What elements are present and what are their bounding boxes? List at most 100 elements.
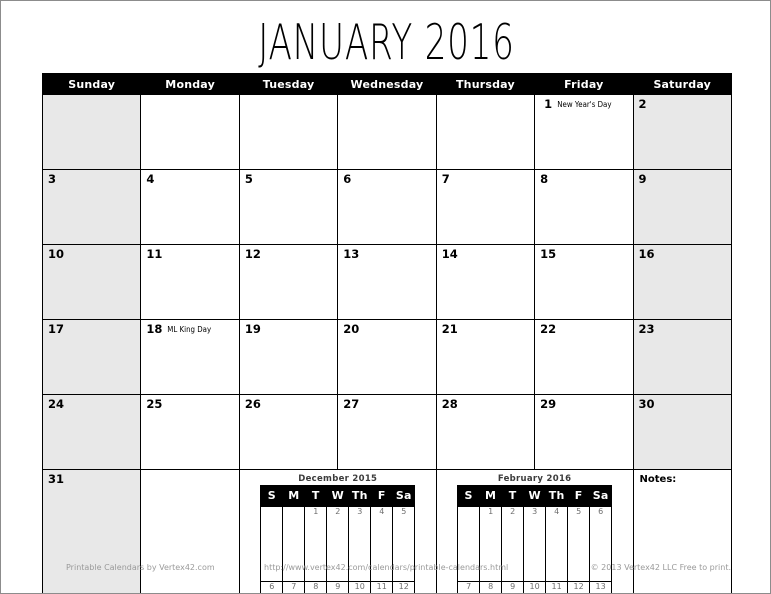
day-number: 7 (441, 172, 450, 186)
mini-day-cell: 11 (545, 581, 569, 593)
day-number: 1 (544, 97, 553, 111)
day-number: 12 (244, 247, 261, 261)
day-cell[interactable] (140, 469, 240, 593)
weekday-header-row: Sunday Monday Tuesday Wednesday Thursday… (41, 73, 732, 95)
day-number: 17 (48, 322, 65, 336)
mini-calendar-previous-month: December 2015SMTWThFSa123456789101112131… (238, 469, 437, 593)
mini-day-cell: 10 (348, 581, 372, 593)
day-number: 22 (540, 322, 557, 336)
day-cell[interactable]: 8 (534, 169, 634, 245)
day-cell[interactable]: 5 (238, 169, 339, 245)
mini-calendar-next-month: February 2016SMTWThFSa123456789101112131… (435, 469, 634, 593)
mini-week-row: 7 8 9 10 11 12 13 (457, 581, 613, 593)
day-cell[interactable]: 16 (632, 244, 732, 320)
day-cell[interactable]: 22 (534, 319, 634, 395)
week-row: 3 4 5 6 7 8 9 (41, 169, 732, 245)
day-cell[interactable] (238, 94, 339, 170)
day-cell[interactable]: 17 (41, 319, 142, 395)
day-number: 16 (638, 247, 655, 261)
mini-day-cell: 13 (589, 581, 613, 593)
mini-day-cell: 9 (326, 581, 350, 593)
day-cell[interactable] (435, 94, 536, 170)
day-cell[interactable]: 19 (238, 319, 339, 395)
weekday-header-monday: Monday (140, 73, 240, 95)
mini-calendar-table: February 2016SMTWThFSa123456789101112131… (457, 474, 613, 593)
day-number: 30 (638, 397, 655, 411)
day-number: 28 (441, 397, 458, 411)
mini-weekday-header: Sa (589, 485, 613, 507)
day-cell[interactable]: 27 (337, 394, 437, 470)
footer-copyright: © 2013 Vertex42 LLC Free to print. (590, 563, 731, 572)
day-cell[interactable]: 15 (534, 244, 634, 320)
mini-weekday-header: Th (348, 485, 372, 507)
day-number: 31 (48, 472, 65, 486)
day-cell[interactable]: 11 (140, 244, 240, 320)
mini-weekday-header-row: S M T W Th F Sa (457, 485, 613, 507)
weekday-header-thursday: Thursday (435, 73, 536, 95)
week-row: 17 18 ML King Day 19 20 21 22 23 (41, 319, 732, 395)
mini-calendar-wrap: February 2016SMTWThFSa123456789101112131… (437, 470, 633, 593)
day-number: 15 (540, 247, 557, 261)
day-cell[interactable]: 1 New Year's Day (534, 94, 634, 170)
day-cell[interactable]: 26 (238, 394, 339, 470)
day-number: 23 (638, 322, 655, 336)
mini-weekday-header: S (457, 485, 481, 507)
notes-cell[interactable]: Notes: (632, 469, 732, 593)
day-cell[interactable]: 24 (41, 394, 142, 470)
mini-calendar-table: December 2015SMTWThFSa123456789101112131… (260, 474, 416, 593)
mini-weekday-header: W (326, 485, 350, 507)
day-cell[interactable] (337, 94, 437, 170)
mini-weekday-header: M (282, 485, 306, 507)
day-number: 11 (146, 247, 163, 261)
day-cell[interactable]: 2 (632, 94, 732, 170)
day-cell[interactable]: 7 (435, 169, 536, 245)
day-cell[interactable]: 20 (337, 319, 437, 395)
day-cell[interactable]: 10 (41, 244, 142, 320)
footer-url[interactable]: http://www.vertex42.com/calendars/printa… (264, 561, 508, 575)
day-cell[interactable]: 31 (41, 469, 142, 593)
week-row: 24 25 26 27 28 29 30 (41, 394, 732, 470)
day-cell[interactable] (41, 94, 142, 170)
day-cell[interactable] (140, 94, 240, 170)
day-number: 4 (146, 172, 155, 186)
mini-weekday-header: S (260, 485, 284, 507)
day-number: 20 (343, 322, 360, 336)
day-cell[interactable]: 28 (435, 394, 536, 470)
day-cell[interactable]: 14 (435, 244, 536, 320)
mini-day-cell: 6 (260, 581, 284, 593)
day-cell[interactable]: 12 (238, 244, 339, 320)
day-cell[interactable]: 18 ML King Day (140, 319, 240, 395)
mini-calendar-title: February 2016 (497, 474, 572, 484)
mini-day-cell: 8 (304, 581, 328, 593)
day-cell[interactable]: 4 (140, 169, 240, 245)
mini-weekday-header: W (523, 485, 547, 507)
day-number: 29 (540, 397, 557, 411)
day-number: 14 (441, 247, 458, 261)
day-cell[interactable]: 13 (337, 244, 437, 320)
day-cell[interactable]: 25 (140, 394, 240, 470)
day-number: 25 (146, 397, 163, 411)
day-number: 19 (244, 322, 261, 336)
day-number: 9 (638, 172, 647, 186)
day-cell[interactable]: 6 (337, 169, 437, 245)
weekday-header-saturday: Saturday (632, 73, 732, 95)
day-cell[interactable]: 23 (632, 319, 732, 395)
day-number: 10 (48, 247, 65, 261)
mini-day-cell: 7 (282, 581, 306, 593)
notes-label: Notes: (639, 474, 677, 485)
calendar-grid-body: 1 New Year's Day 2 3 4 5 6 7 8 9 10 11 12 13 14 15 16 17 1… (41, 94, 732, 593)
mini-day-cell: 10 (523, 581, 547, 593)
day-number: 24 (48, 397, 65, 411)
mini-weekday-header: Th (545, 485, 569, 507)
day-cell[interactable]: 21 (435, 319, 536, 395)
mini-weekday-header: T (501, 485, 525, 507)
mini-day-cell: 11 (370, 581, 394, 593)
day-cell[interactable]: 9 (632, 169, 732, 245)
day-cell[interactable]: 30 (632, 394, 732, 470)
week-row: 1 New Year's Day 2 (41, 94, 732, 170)
day-cell[interactable]: 3 (41, 169, 142, 245)
day-cell[interactable]: 29 (534, 394, 634, 470)
calendar-page: JANUARY 2016 Sunday Monday Tuesday Wedne… (0, 0, 771, 594)
mini-weekday-header: T (304, 485, 328, 507)
day-event-label: ML King Day (167, 325, 212, 334)
